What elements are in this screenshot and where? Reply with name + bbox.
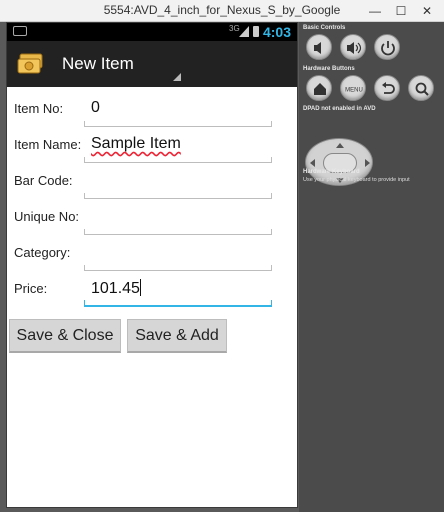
- category-field[interactable]: [84, 241, 272, 271]
- close-window-button[interactable]: ✕: [414, 2, 440, 20]
- save-close-button[interactable]: Save & Close: [9, 319, 121, 353]
- item-name-label: Item Name:: [14, 137, 82, 152]
- item-no-row: Item No: 0: [7, 93, 297, 129]
- category-row: Category:: [7, 237, 297, 273]
- volume-up-icon[interactable]: [340, 34, 366, 60]
- action-bar: New Item: [7, 41, 297, 87]
- hardware-keyboard-title: Hardware Keyboard: [303, 169, 360, 175]
- price-value: 101.45: [91, 280, 140, 297]
- bar-code-field[interactable]: [84, 169, 272, 199]
- keyboard-icon: [13, 26, 27, 36]
- menu-label: MENU: [345, 88, 363, 94]
- dpad-note: DPAD not enabled in AVD: [303, 106, 376, 112]
- item-name-row: Item Name: Sample Item: [7, 129, 297, 165]
- price-value-wrap: 101.45: [91, 279, 141, 298]
- status-bar: 3G 4:03: [7, 23, 297, 41]
- price-field[interactable]: 101.45: [84, 277, 272, 307]
- window-titlebar: 5554:AVD_4_inch_for_Nexus_S_by_Google — …: [0, 0, 444, 22]
- item-name-value: Sample Item: [91, 135, 181, 152]
- unique-no-label: Unique No:: [14, 209, 80, 224]
- minimize-button[interactable]: —: [362, 2, 388, 20]
- hardware-buttons-title: Hardware Buttons: [303, 66, 355, 72]
- category-label: Category:: [14, 245, 71, 260]
- status-time: 4:03: [262, 24, 291, 40]
- maximize-button[interactable]: ☐: [388, 2, 414, 20]
- signal-icon: [239, 26, 249, 37]
- bar-code-label: Bar Code:: [14, 173, 73, 188]
- battery-icon: [253, 26, 259, 37]
- price-row: Price: 101.45: [7, 273, 297, 309]
- emulator-controls-panel: Basic Controls Hardware Buttons MENU DPA…: [299, 22, 444, 512]
- search-icon[interactable]: [408, 75, 434, 101]
- unique-no-field[interactable]: [84, 205, 272, 235]
- item-no-label: Item No:: [14, 101, 64, 116]
- text-cursor: [139, 279, 141, 296]
- item-no-value: 0: [91, 99, 100, 116]
- menu-button[interactable]: MENU: [340, 75, 366, 101]
- back-icon[interactable]: [374, 75, 400, 101]
- screen-title[interactable]: New Item: [62, 54, 134, 74]
- bar-code-row: Bar Code:: [7, 165, 297, 201]
- home-icon[interactable]: [306, 75, 332, 101]
- basic-controls-title: Basic Controls: [303, 25, 346, 31]
- spinner-indicator-icon[interactable]: [173, 73, 181, 81]
- item-name-field[interactable]: Sample Item: [84, 133, 272, 163]
- hardware-keyboard-note: Use your physical keyboard to provide in…: [303, 177, 410, 183]
- price-label: Price:: [14, 281, 48, 296]
- item-no-field[interactable]: 0: [84, 97, 272, 127]
- device-screen: 3G 4:03 New Item Item No: 0 Item Name: S…: [6, 22, 298, 508]
- power-icon[interactable]: [374, 34, 400, 60]
- save-add-button[interactable]: Save & Add: [127, 319, 227, 353]
- app-icon[interactable]: [17, 52, 45, 76]
- volume-down-icon[interactable]: [306, 34, 332, 60]
- unique-no-row: Unique No:: [7, 201, 297, 237]
